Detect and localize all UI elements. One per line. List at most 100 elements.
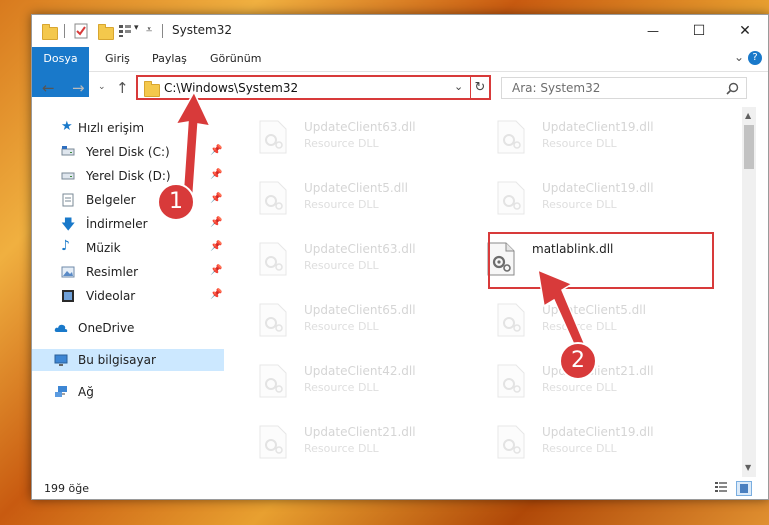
list-item[interactable]: UpdateClient42.dll Resource DLL	[234, 355, 464, 405]
folder-icon	[42, 24, 58, 40]
list-item[interactable]: UpdateClient19.dll Resource DLL	[472, 416, 702, 466]
cloud-icon	[54, 324, 68, 332]
scroll-thumb[interactable]	[744, 125, 754, 169]
details-view-icon[interactable]	[714, 481, 728, 494]
customize-icon[interactable]	[118, 24, 132, 38]
download-icon: 🡇	[61, 217, 76, 233]
list-item[interactable]: UpdateClient19.dll Resource DLL	[472, 172, 702, 222]
separator	[64, 24, 65, 38]
ribbon-expand-icon[interactable]: ⌄	[734, 50, 744, 64]
file-description: Resource DLL	[304, 259, 379, 272]
list-item[interactable]: UpdateClient21.dll Resource DLL	[234, 416, 464, 466]
back-icon[interactable]: ←	[42, 79, 55, 97]
list-item[interactable]: UpdateClient19.dll Resource DLL	[472, 111, 702, 161]
pin-icon[interactable]: 📌	[210, 241, 222, 252]
forward-icon[interactable]: →	[72, 79, 85, 97]
nav-item-label: Belgeler	[86, 193, 136, 207]
properties-icon[interactable]	[74, 23, 88, 39]
callout-badge-1: 1	[157, 183, 195, 221]
nav-item-onedrive[interactable]: OneDrive	[32, 317, 224, 339]
nav-item-label: Müzik	[86, 241, 121, 255]
large-icons-view-icon[interactable]	[736, 481, 752, 496]
search-box[interactable]: Ara: System32	[501, 77, 747, 99]
maximize-button[interactable]: ☐	[676, 15, 722, 47]
tab-home[interactable]: Giriş	[103, 47, 132, 71]
up-icon[interactable]: ↑	[116, 79, 129, 97]
item-count: 199 öğe	[44, 482, 89, 495]
file-name: UpdateClient63.dll	[304, 120, 416, 134]
nav-item-label: Resimler	[86, 265, 139, 279]
nav-item-music[interactable]: ♪ Müzik 📌	[32, 237, 224, 259]
nav-item-videos[interactable]: Videolar 📌	[32, 285, 224, 307]
file-name: UpdateClient19.dll	[542, 181, 654, 195]
network-icon	[55, 386, 67, 397]
scroll-down-icon[interactable]: ▼	[745, 463, 751, 472]
pictures-icon	[61, 266, 75, 278]
nav-item-network[interactable]: Ağ	[32, 381, 224, 403]
file-description: Resource DLL	[542, 137, 617, 150]
dll-file-icon	[497, 120, 525, 154]
minimize-button[interactable]: —	[630, 15, 676, 47]
title-bar: ▾ ⩡ System32 — ☐ ✕	[32, 15, 768, 47]
file-description: Resource DLL	[304, 320, 379, 333]
dll-file-icon	[497, 303, 525, 337]
nav-item-label: Ağ	[78, 385, 94, 399]
file-description: Resource DLL	[304, 381, 379, 394]
file-name: UpdateClient21.dll	[304, 425, 416, 439]
list-item[interactable]: UpdateClient63.dll Resource DLL	[234, 233, 464, 283]
help-icon[interactable]: ?	[748, 51, 762, 65]
new-folder-icon[interactable]	[98, 24, 114, 40]
tab-share[interactable]: Paylaş	[150, 47, 189, 71]
tab-view[interactable]: Görünüm	[208, 47, 263, 71]
dll-file-icon	[497, 364, 525, 398]
file-description: Resource DLL	[542, 442, 617, 455]
file-name: UpdateClient65.dll	[304, 303, 416, 317]
status-bar: 199 öğe	[32, 477, 768, 499]
file-list: UpdateClient63.dll Resource DLL UpdateCl…	[228, 107, 742, 477]
recent-dropdown-icon[interactable]: ⌄	[98, 82, 106, 92]
documents-icon	[62, 193, 74, 207]
callout-badge-2: 2	[559, 342, 597, 380]
nav-item-label: Yerel Disk (C:)	[86, 145, 170, 159]
scroll-up-icon[interactable]: ▲	[745, 111, 751, 120]
nav-item-label: Videolar	[86, 289, 136, 303]
file-name: UpdateClient63.dll	[304, 242, 416, 256]
videos-icon	[62, 290, 74, 302]
vertical-scrollbar[interactable]: ▲ ▼	[742, 107, 756, 477]
star-icon: ★	[61, 119, 73, 134]
file-description: Resource DLL	[304, 198, 379, 211]
separator	[162, 24, 163, 38]
refresh-button[interactable]: ↻	[470, 75, 491, 100]
search-icon	[726, 82, 739, 95]
close-button[interactable]: ✕	[722, 15, 768, 47]
file-description: Resource DLL	[542, 381, 617, 394]
window-title: System32	[172, 23, 233, 37]
list-item[interactable]: UpdateClient65.dll Resource DLL	[234, 294, 464, 344]
nav-item-label: İndirmeler	[86, 217, 148, 231]
file-description: Resource DLL	[304, 442, 379, 455]
address-dropdown-icon[interactable]: ⌄	[454, 80, 463, 93]
nav-item-label: Hızlı erişim	[78, 121, 145, 135]
qa-customize-icon[interactable]: ⩡	[146, 23, 152, 37]
qa-dropdown-icon[interactable]: ▾	[134, 23, 139, 33]
file-name: UpdateClient5.dll	[304, 181, 408, 195]
pin-icon[interactable]: 📌	[210, 289, 222, 300]
nav-item-pictures[interactable]: Resimler 📌	[32, 261, 224, 283]
file-name: UpdateClient19.dll	[542, 120, 654, 134]
file-description: Resource DLL	[542, 198, 617, 211]
pin-icon[interactable]: 📌	[210, 265, 222, 276]
list-item[interactable]: UpdateClient5.dll Resource DLL	[234, 172, 464, 222]
nav-item-this-pc[interactable]: Bu bilgisayar	[32, 349, 224, 371]
drive-icon	[61, 146, 75, 156]
dll-file-icon	[259, 425, 287, 459]
list-item[interactable]: UpdateClient63.dll Resource DLL	[234, 111, 464, 161]
explorer-window: ▾ ⩡ System32 — ☐ ✕ Dosya Giriş Paylaş Gö…	[31, 14, 769, 500]
dll-file-icon	[259, 181, 287, 215]
dll-file-icon	[497, 425, 525, 459]
address-row: ← → ⌄ ↑ C:\Windows\System32 ⌄ ↻ Ara: Sys…	[32, 72, 768, 106]
file-description: Resource DLL	[304, 137, 379, 150]
drive-icon	[61, 172, 75, 180]
dll-file-icon	[497, 181, 525, 215]
search-placeholder: Ara: System32	[512, 81, 601, 95]
nav-item-label: OneDrive	[78, 321, 135, 335]
